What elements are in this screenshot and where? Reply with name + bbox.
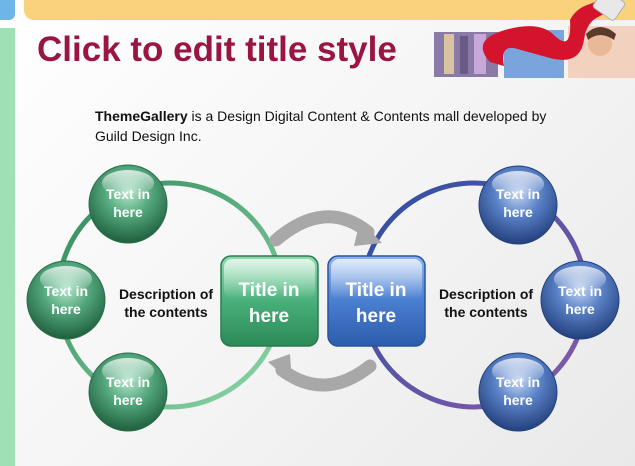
left-circle-bottom[interactable]: Text in here	[88, 352, 168, 432]
right-circle-middle-line1: Text in	[558, 283, 602, 299]
arrow-bottom	[275, 359, 377, 392]
left-circle-top[interactable]: Text in here	[88, 164, 168, 244]
left-circle-middle-line1: Text in	[44, 283, 88, 299]
right-circle-top-line2: here	[503, 204, 533, 220]
arrow-bottom-head	[268, 354, 292, 383]
arrow-top	[269, 210, 375, 247]
right-title-line1: Title in	[346, 280, 407, 301]
right-title-line2: here	[356, 306, 396, 327]
cycle-diagram: Description of the contents Description …	[26, 164, 620, 432]
left-description-line2[interactable]: the contents	[124, 304, 207, 320]
right-circle-bottom-line2: here	[503, 392, 533, 408]
right-circle-top-line1: Text in	[496, 186, 540, 202]
left-description-line1[interactable]: Description of	[119, 286, 213, 302]
left-title-box[interactable]: Title in here	[220, 255, 319, 347]
right-circle-bottom-line1: Text in	[496, 374, 540, 390]
left-circle-middle-line2: here	[51, 301, 81, 317]
left-title-line1: Title in	[239, 280, 300, 301]
right-title-box[interactable]: Title in here	[327, 255, 426, 347]
right-description-line1[interactable]: Description of	[439, 286, 533, 302]
right-circle-middle-line2: here	[565, 301, 595, 317]
left-circle-top-line1: Text in	[106, 186, 150, 202]
right-circle-bottom[interactable]: Text in here	[478, 352, 558, 432]
right-circle-top[interactable]: Text in here	[478, 165, 558, 245]
left-circle-top-line2: here	[113, 204, 143, 220]
left-title-line2: here	[249, 306, 289, 327]
left-circle-middle[interactable]: Text in here	[26, 260, 106, 340]
left-circle-bottom-line1: Text in	[106, 374, 150, 390]
right-description-line2[interactable]: the contents	[444, 304, 527, 320]
left-circle-bottom-line2: here	[113, 392, 143, 408]
right-circle-middle[interactable]: Text in here	[540, 260, 620, 340]
slide: Click to edit title style ThemeGallery i…	[0, 0, 635, 466]
